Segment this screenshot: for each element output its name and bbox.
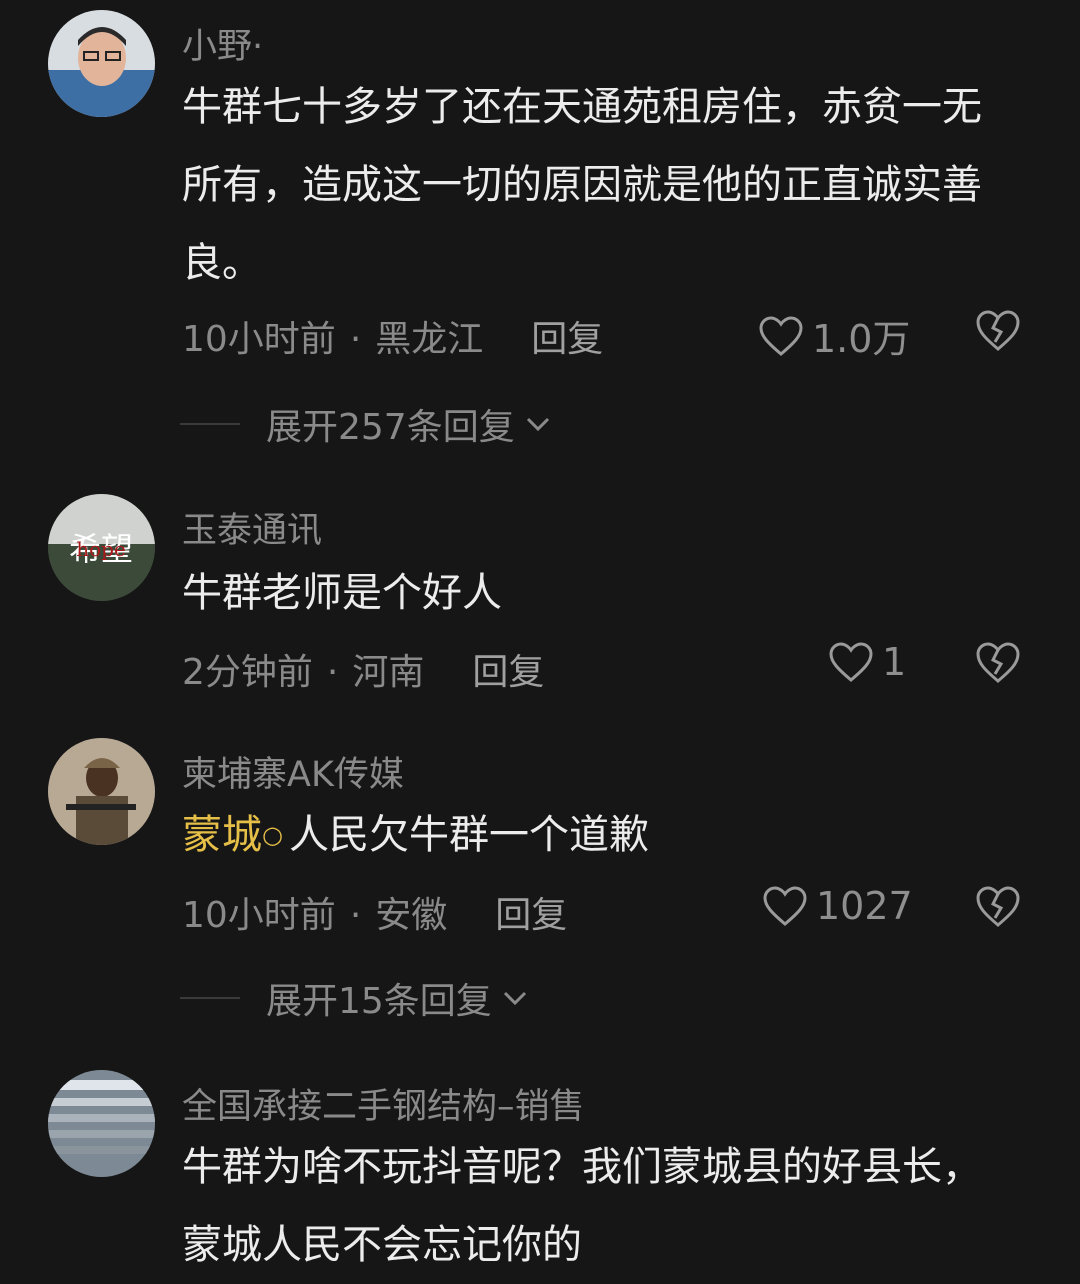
username[interactable]: 玉泰通讯 (182, 502, 322, 553)
separator: · (349, 319, 362, 360)
chevron-down-icon (503, 991, 526, 1006)
avatar[interactable]: 希望 hope (48, 494, 155, 601)
timestamp: 2分钟前 (182, 652, 313, 693)
username[interactable]: 全国承接二手钢结构–销售 (182, 1078, 585, 1129)
reply-button[interactable]: 回复 (531, 319, 603, 360)
avatar[interactable] (48, 10, 155, 117)
comment-body: 人民欠牛群一个道歉 (288, 812, 649, 858)
expand-replies-label: 展开257条回复 (266, 407, 515, 448)
separator: · (349, 895, 362, 936)
divider-line (180, 423, 240, 425)
comment-text: 牛群为啥不玩抖音呢？我们蒙城县的好县长，蒙城人民不会忘记你的 (182, 1144, 982, 1268)
like-button[interactable]: 1.0万 (758, 308, 910, 363)
like-button[interactable]: 1 (828, 640, 906, 684)
comment-text: 牛群老师是个好人 (182, 570, 502, 616)
location-tag-label: 蒙城 (182, 812, 262, 858)
timestamp: 10小时前 (182, 319, 336, 360)
location: 河南 (352, 652, 425, 693)
separator: · (326, 652, 339, 693)
heart-icon (829, 642, 873, 682)
location: 安徽 (375, 895, 448, 936)
timestamp: 10小时前 (182, 895, 336, 936)
heart-icon (759, 315, 803, 356)
comment-meta: 10小时前 · 黑龙江 回复 (182, 310, 603, 362)
expand-replies-button[interactable]: 展开257条回复 (180, 398, 553, 450)
like-button[interactable]: 1027 (762, 884, 913, 928)
like-count: 1.0万 (812, 317, 911, 361)
location: 黑龙江 (375, 319, 484, 360)
reply-button[interactable]: 回复 (495, 895, 567, 936)
comment-text: 牛群七十多岁了还在天通苑租房住，赤贫一无所有，造成这一切的原因就是他的正直诚实善… (182, 84, 982, 286)
expand-replies-label: 展开15条回复 (266, 981, 492, 1022)
dislike-icon[interactable] (974, 308, 1022, 352)
username[interactable]: 柬埔寨AK传媒 (182, 746, 404, 797)
comment-text: 蒙城○ 人民欠牛群一个道歉 (182, 796, 1012, 874)
location-tag[interactable]: 蒙城○ (182, 812, 289, 858)
dislike-icon[interactable] (974, 640, 1022, 684)
username[interactable]: 小野· (182, 18, 263, 69)
comment-meta: 10小时前 · 安徽 回复 (182, 886, 567, 938)
like-count: 1027 (816, 884, 913, 928)
heart-icon (763, 886, 807, 926)
reply-button[interactable]: 回复 (472, 652, 544, 693)
avatar[interactable] (48, 738, 155, 845)
comment-meta: 2分钟前 · 河南 回复 (182, 643, 544, 695)
expand-replies-button[interactable]: 展开15条回复 (180, 972, 530, 1024)
chevron-down-icon (526, 417, 549, 432)
divider-line (180, 997, 240, 999)
avatar[interactable] (48, 1070, 155, 1177)
like-count: 1 (882, 640, 907, 684)
dislike-icon[interactable] (974, 884, 1022, 928)
search-icon: ○ (262, 821, 283, 849)
svg-text:hope: hope (76, 537, 126, 561)
